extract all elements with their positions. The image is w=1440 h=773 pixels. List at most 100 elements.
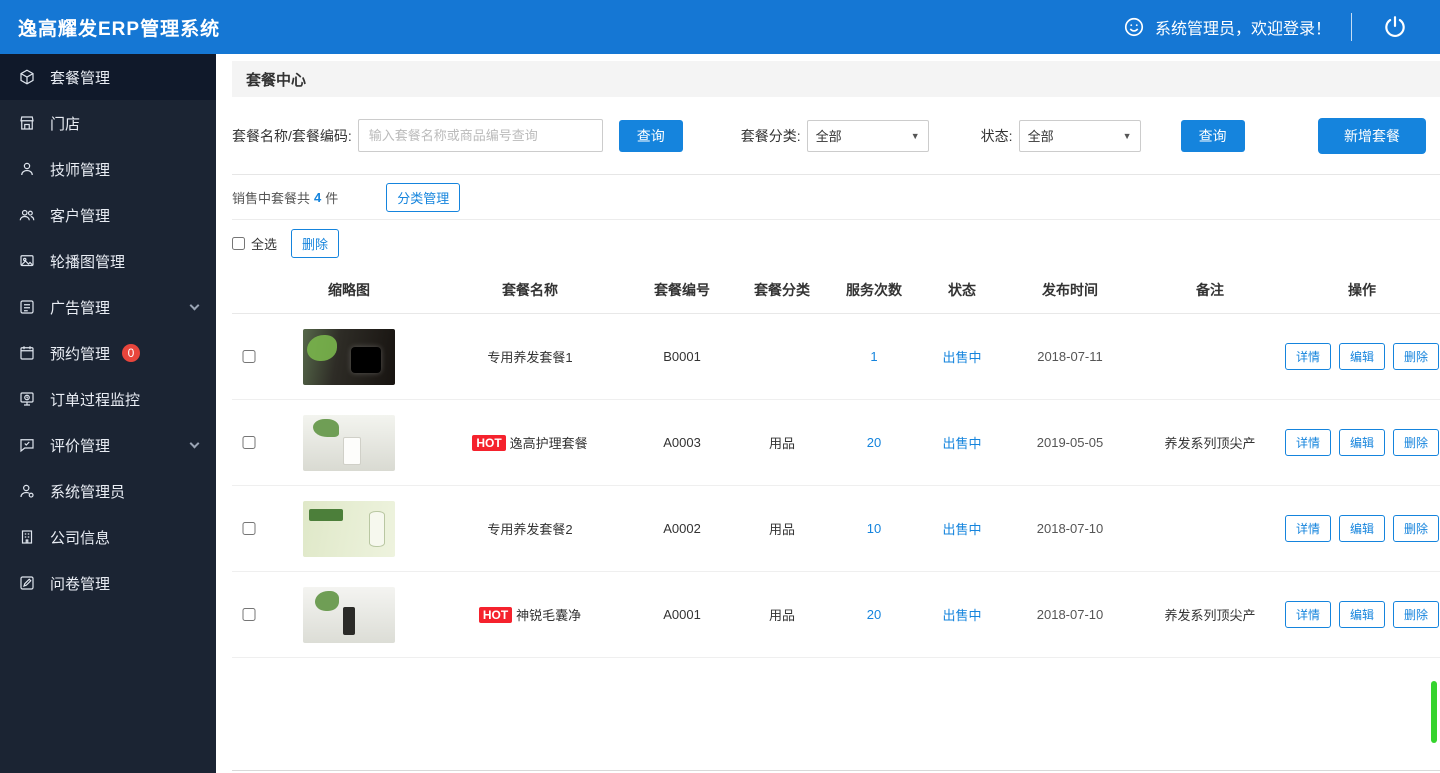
row-actions: 详情 编辑 删除 <box>1284 515 1440 542</box>
publish-date: 2018-07-10 <box>1036 521 1104 536</box>
sidebar-item-label: 评价管理 <box>50 437 111 455</box>
detail-button[interactable]: 详情 <box>1284 429 1331 456</box>
select-arrow-icon: ▼ <box>910 130 920 141</box>
package-category: 用品 <box>768 608 795 623</box>
sidebar-item-reviews[interactable]: 评价管理 <box>0 422 216 468</box>
survey-icon <box>20 576 34 590</box>
row-actions: 详情 编辑 删除 <box>1284 429 1440 456</box>
col-header-thumbnail: 缩略图 <box>328 281 370 298</box>
select-all-label: 全选 <box>251 236 278 252</box>
package-category: 用品 <box>768 436 795 451</box>
add-package-button[interactable]: 新增套餐 <box>1318 117 1426 154</box>
package-name: 专用养发套餐1 <box>487 350 573 365</box>
filter-bar: 套餐名称/套餐编码: 查询 套餐分类: 全部 ▼ 状态: 全部 ▼ 查询 新增套… <box>232 97 1440 175</box>
sidebar-item-survey[interactable]: 问卷管理 <box>0 560 216 606</box>
welcome-text: 系统管理员，欢迎登录！ <box>1154 21 1331 38</box>
sidebar-item-label: 套餐管理 <box>50 69 111 87</box>
edit-button[interactable]: 编辑 <box>1338 343 1385 370</box>
package-code: A0001 <box>663 607 701 622</box>
chevron-down-icon <box>189 300 200 310</box>
category-manage-button[interactable]: 分类管理 <box>386 182 461 212</box>
publish-date: 2019-05-05 <box>1036 435 1104 450</box>
sidebar-item-package-mgmt[interactable]: 套餐管理 <box>0 54 216 100</box>
sidebar-item-label: 系统管理员 <box>50 483 126 501</box>
category-filter-label: 套餐分类: <box>740 127 801 144</box>
company-icon <box>21 530 33 544</box>
detail-button[interactable]: 详情 <box>1284 515 1331 542</box>
status-filter-label: 状态: <box>980 127 1013 144</box>
sidebar-item-ads[interactable]: 广告管理 <box>0 284 216 330</box>
product-thumbnail <box>303 328 395 385</box>
search-input[interactable] <box>357 119 603 152</box>
detail-button[interactable]: 详情 <box>1284 343 1331 370</box>
row-checkbox[interactable] <box>232 522 266 535</box>
edit-button[interactable]: 编辑 <box>1338 601 1385 628</box>
status-text: 出售中 <box>942 350 982 365</box>
delete-button[interactable]: 删除 <box>1393 343 1440 370</box>
row-checkbox[interactable] <box>232 436 266 449</box>
power-icon <box>1385 16 1405 37</box>
sidebar-item-store[interactable]: 门店 <box>0 100 216 146</box>
status-select[interactable]: 全部 ▼ <box>1018 119 1141 152</box>
select-arrow-icon: ▼ <box>1122 130 1132 141</box>
col-header-count: 服务次数 <box>846 281 902 298</box>
delete-button[interactable]: 删除 <box>1393 515 1440 542</box>
status-text: 出售中 <box>942 436 982 451</box>
bulk-delete-button[interactable]: 删除 <box>291 228 340 258</box>
sidebar-item-customer[interactable]: 客户管理 <box>0 192 216 238</box>
row-checkbox[interactable] <box>232 350 266 363</box>
category-select-value: 全部 <box>815 129 842 144</box>
publish-date: 2018-07-11 <box>1037 349 1103 364</box>
package-code: A0002 <box>663 521 701 536</box>
technician-icon <box>21 162 33 176</box>
sidebar-item-company[interactable]: 公司信息 <box>0 514 216 560</box>
service-count: 10 <box>866 521 882 536</box>
sidebar-item-order-monitor[interactable]: 订单过程监控 <box>0 376 216 422</box>
product-thumbnail <box>303 500 395 557</box>
table-row: HOT 神锐毛囊净 A0001 用品 20 出售中 2018-07-10 养发系… <box>232 572 1440 658</box>
status-text: 出售中 <box>942 522 982 537</box>
sidebar-item-admin[interactable]: 系统管理员 <box>0 468 216 514</box>
select-all-checkbox[interactable] <box>232 236 245 250</box>
service-count: 20 <box>866 435 882 450</box>
sidebar-item-appointments[interactable]: 预约管理 0 <box>0 330 216 376</box>
col-header-code: 套餐编号 <box>654 281 710 298</box>
power-button[interactable] <box>1372 10 1418 44</box>
scrollbar-thumb[interactable] <box>1431 681 1437 743</box>
col-header-date: 发布时间 <box>1042 281 1098 298</box>
product-thumbnail <box>303 586 395 643</box>
search-button-2[interactable]: 查询 <box>1180 119 1245 152</box>
package-name: 专用养发套餐2 <box>487 522 573 537</box>
bulk-actions-row: 全选 删除 <box>232 220 1440 266</box>
row-actions: 详情 编辑 删除 <box>1284 601 1440 628</box>
summary-prefix: 销售中套餐共 <box>232 190 311 206</box>
search-button[interactable]: 查询 <box>618 119 683 152</box>
delete-button[interactable]: 删除 <box>1393 601 1440 628</box>
category-select[interactable]: 全部 ▼ <box>806 119 929 152</box>
name-filter-label: 套餐名称/套餐编码: <box>232 127 352 144</box>
table-header: 缩略图 套餐名称 套餐编号 套餐分类 服务次数 状态 发布时间 备注 操作 <box>232 266 1440 314</box>
detail-button[interactable]: 详情 <box>1284 601 1331 628</box>
app-title: 逸高耀发ERP管理系统 <box>18 18 221 40</box>
summary-count: 4 <box>314 189 322 205</box>
hot-badge: HOT <box>478 606 513 623</box>
order-monitor-icon <box>20 392 34 406</box>
customers-icon <box>19 209 35 221</box>
carousel-icon <box>20 255 34 267</box>
sidebar: 套餐管理 门店 技师管理 客户管理 轮播图管理 广告管理 预约管理 0 订单过程… <box>0 54 216 773</box>
sidebar-item-technician[interactable]: 技师管理 <box>0 146 216 192</box>
delete-button[interactable]: 删除 <box>1393 429 1440 456</box>
edit-button[interactable]: 编辑 <box>1338 429 1385 456</box>
page-title: 套餐中心 <box>232 61 1440 97</box>
row-checkbox[interactable] <box>232 608 266 621</box>
package-code: A0003 <box>663 435 701 450</box>
package-category: 用品 <box>768 522 795 537</box>
sidebar-item-carousel[interactable]: 轮播图管理 <box>0 238 216 284</box>
sidebar-item-label: 技师管理 <box>50 161 111 179</box>
edit-button[interactable]: 编辑 <box>1338 515 1385 542</box>
sidebar-item-label: 客户管理 <box>50 207 111 225</box>
sidebar-item-label: 公司信息 <box>50 529 111 547</box>
table-row: 专用养发套餐1 B0001 1 出售中 2018-07-11 详情 编辑 删除 <box>232 314 1440 400</box>
summary-row: 销售中套餐共 4 件 分类管理 <box>232 175 1440 220</box>
col-header-actions: 操作 <box>1348 281 1376 298</box>
